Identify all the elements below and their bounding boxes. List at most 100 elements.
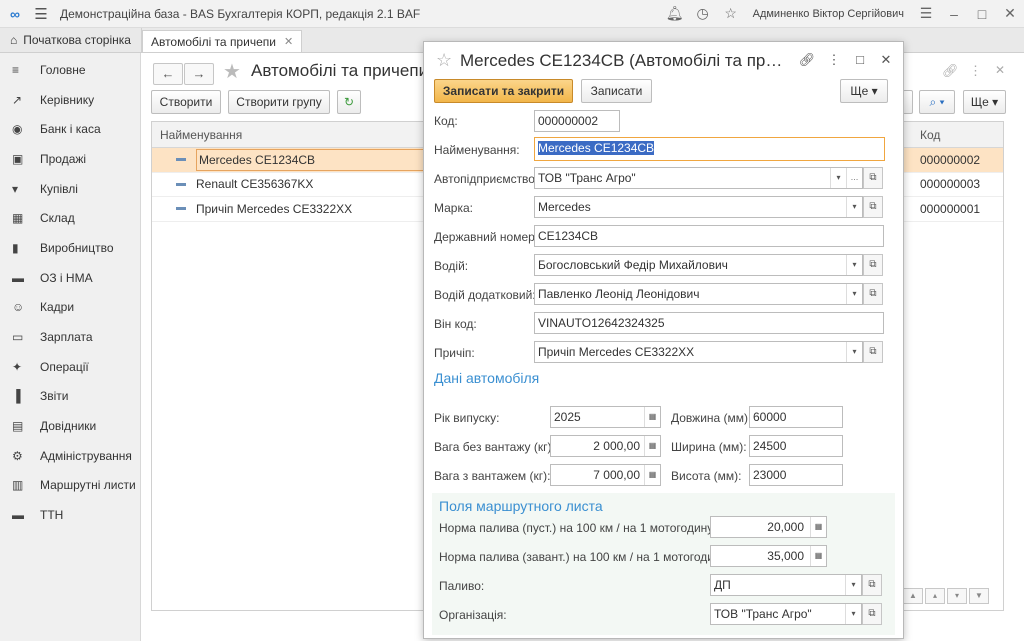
ellipsis-select-icon[interactable]: … (846, 168, 862, 188)
sidebar-item-production[interactable]: ▮ Виробництво (0, 233, 140, 263)
bar-chart-icon: ▐ (12, 389, 21, 404)
form-more-button[interactable]: Ще ▾ (840, 79, 888, 103)
fuel-field[interactable]: ДП ▾ (710, 574, 862, 596)
favorites-star-icon[interactable]: ☆ (717, 5, 745, 22)
search-button[interactable]: ⌕ ▾ (919, 90, 955, 114)
bell-icon[interactable]: 🔔︎ (661, 5, 689, 22)
calendar-icon[interactable]: ▦ (644, 407, 660, 427)
vin-label: Він код: (434, 317, 477, 331)
list-favorite-star-icon[interactable]: ★ (223, 59, 241, 84)
sidebar-item-operations[interactable]: ✦ Операції (0, 352, 140, 382)
save-and-close-button[interactable]: Записати та закрити (434, 79, 573, 103)
tab-close-icon[interactable]: ✕ (284, 35, 293, 48)
tab-home[interactable]: ⌂ Початкова сторінка (0, 28, 142, 52)
company-field[interactable]: ТОВ "Транс Агро" ▾… (534, 167, 863, 189)
code-field[interactable]: 000000002 (534, 110, 620, 132)
calculator-icon[interactable]: ▦ (644, 465, 660, 485)
minimize-icon[interactable]: – (940, 6, 968, 22)
open-driver-icon[interactable]: ⧉ (863, 254, 883, 276)
trailer-field[interactable]: Причіп Mercedes CE3322XX ▾ (534, 341, 863, 363)
height-field[interactable]: 23000 (749, 464, 843, 486)
calculator-icon[interactable]: ▦ (810, 517, 826, 537)
sidebar-item-routes[interactable]: ▥ Маршрутні листи (0, 471, 140, 501)
sidebar-item-purchases[interactable]: ▾ Купівлі (0, 174, 140, 204)
chevron-down-icon[interactable]: ▾ (846, 284, 862, 304)
open-trailer-icon[interactable]: ⧉ (863, 341, 883, 363)
create-group-button[interactable]: Створити групу (228, 90, 330, 114)
scroll-down-icon[interactable]: ▾ (947, 588, 967, 604)
form-close-icon[interactable]: ✕ (877, 52, 895, 68)
refresh-icon[interactable]: ↻ (337, 90, 361, 114)
chevron-down-icon[interactable]: ▾ (845, 575, 861, 595)
open-brand-icon[interactable]: ⧉ (863, 196, 883, 218)
maximize-icon[interactable]: □ (968, 6, 996, 22)
year-field[interactable]: 2025 ▦ (550, 406, 661, 428)
col-code-header[interactable]: Код (920, 128, 940, 142)
sidebar-item-manager[interactable]: ↗ Керівнику (0, 85, 140, 115)
sidebar-item-directories[interactable]: ▤ Довідники (0, 411, 140, 441)
create-button[interactable]: Створити (151, 90, 221, 114)
open-fuel-icon[interactable]: ⧉ (862, 574, 882, 596)
sidebar-item-assets[interactable]: ▬ ОЗ і НМА (0, 263, 140, 293)
chevron-down-icon[interactable]: ▾ (846, 255, 862, 275)
weight-full-field[interactable]: 7 000,00 ▦ (550, 464, 661, 486)
list-more-icon[interactable]: ⋮ (969, 63, 982, 79)
sidebar-item-bank[interactable]: ◉ Банк і каса (0, 114, 140, 144)
sidebar-item-salary[interactable]: ▭ Зарплата (0, 322, 140, 352)
calculator-icon[interactable]: ▦ (644, 436, 660, 456)
list-more-button[interactable]: Ще ▾ (963, 90, 1006, 114)
route-section-title[interactable]: Поля маршрутного листа (439, 498, 603, 514)
sidebar-item-admin[interactable]: ⚙ Адміністрування (0, 441, 140, 471)
weight-empty-field[interactable]: 2 000,00 ▦ (550, 435, 661, 457)
open-company-icon[interactable]: ⧉ (863, 167, 883, 189)
car-data-section-title[interactable]: Дані автомобіля (434, 370, 539, 386)
tab-vehicles[interactable]: Автомобілі та причепи ✕ (141, 30, 303, 52)
weight-full-label: Вага з вантажем (кг): (434, 469, 551, 483)
scroll-first-icon[interactable]: ▲ (903, 588, 923, 604)
chevron-down-icon[interactable]: ▾ (845, 604, 861, 624)
vin-field[interactable]: VINAUTO12642324325 (534, 312, 884, 334)
form-favorite-star-icon[interactable]: ☆ (436, 50, 452, 71)
fuel-loaded-field[interactable]: 35,000 ▦ (710, 545, 827, 567)
fuel-empty-field[interactable]: 20,000 ▦ (710, 516, 827, 538)
hamburger-menu-icon[interactable]: ☰ (30, 5, 52, 23)
settings-menu-icon[interactable]: ☰ (912, 5, 940, 22)
scroll-up-icon[interactable]: ▴ (925, 588, 945, 604)
save-button[interactable]: Записати (581, 79, 652, 103)
org-field[interactable]: ТОВ "Транс Агро" ▾ (710, 603, 862, 625)
back-button[interactable]: ← (153, 63, 183, 85)
length-field[interactable]: 60000 (749, 406, 843, 428)
form-more-icon[interactable]: ⋮ (825, 52, 843, 68)
chevron-down-icon[interactable]: ▾ (846, 342, 862, 362)
history-icon[interactable]: ◷ (689, 5, 717, 22)
form-link-icon[interactable]: 🔗︎ (798, 52, 816, 68)
list-close-icon[interactable]: ✕ (995, 63, 1005, 77)
sidebar-item-sales[interactable]: ▣ Продажі (0, 144, 140, 174)
chevron-down-icon[interactable]: ▾ (846, 197, 862, 217)
sidebar-item-warehouse[interactable]: ▦ Склад (0, 203, 140, 233)
driver-field[interactable]: Богословський Федір Михайлович ▾ (534, 254, 863, 276)
scroll-last-icon[interactable]: ▼ (969, 588, 989, 604)
plate-field[interactable]: CE1234CB (534, 225, 884, 247)
open-driver2-icon[interactable]: ⧉ (863, 283, 883, 305)
sidebar-item-main[interactable]: ≡ Головне (0, 55, 140, 85)
brand-field[interactable]: Mercedes ▾ (534, 196, 863, 218)
form-maximize-icon[interactable]: □ (851, 52, 869, 67)
link-icon[interactable]: 🔗︎ (942, 63, 959, 79)
item-icon (176, 158, 186, 162)
forward-button[interactable]: → (184, 63, 214, 85)
bag-icon: ▣ (12, 151, 24, 166)
sidebar-item-reports[interactable]: ▐ Звіти (0, 382, 140, 412)
col-name-header[interactable]: Найменування (160, 128, 242, 142)
driver2-field[interactable]: Павленко Леонід Леонідович ▾ (534, 283, 863, 305)
calculator-icon[interactable]: ▦ (810, 546, 826, 566)
name-field[interactable]: Mercedes CE1234CB (534, 137, 885, 161)
brand-label: Марка: (434, 201, 473, 215)
sidebar-item-hr[interactable]: ☺ Кадри (0, 293, 140, 323)
chevron-down-icon[interactable]: ▾ (830, 168, 846, 188)
open-org-icon[interactable]: ⧉ (862, 603, 882, 625)
width-field[interactable]: 24500 (749, 435, 843, 457)
sidebar-item-ttn[interactable]: ▬ ТТН (0, 500, 140, 530)
close-icon[interactable]: ✕ (996, 5, 1024, 22)
current-user[interactable]: Админенко Віктор Сергійович (753, 8, 904, 20)
